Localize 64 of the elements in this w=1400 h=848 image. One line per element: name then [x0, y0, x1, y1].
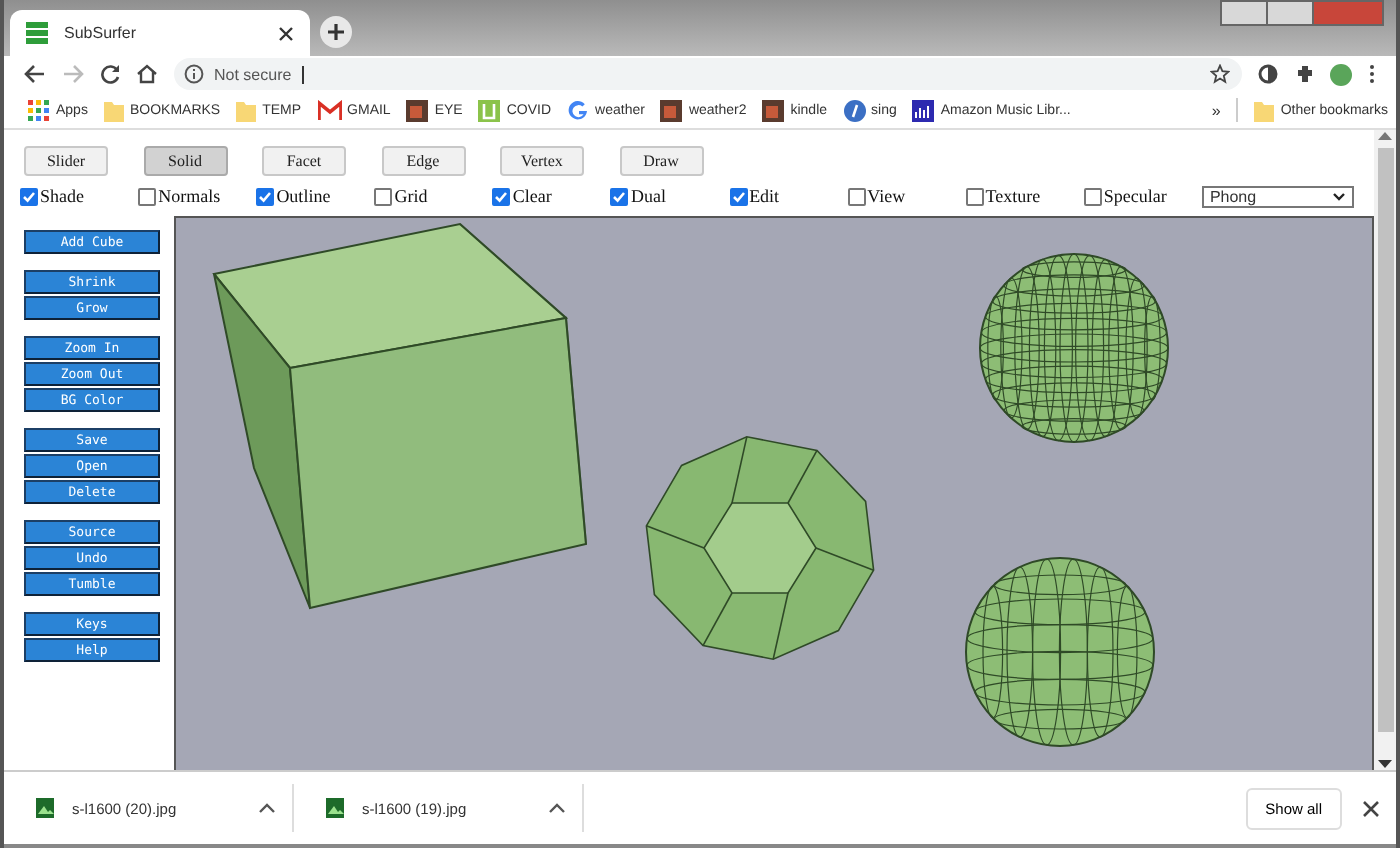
checkbox[interactable]	[492, 187, 511, 205]
reload-icon[interactable]	[100, 64, 120, 84]
checkbox[interactable]	[965, 187, 984, 205]
folder-icon	[1254, 99, 1275, 121]
extension-icon[interactable]	[1258, 64, 1278, 84]
address-bar[interactable]: Not secure	[174, 58, 1242, 90]
checkbox[interactable]	[374, 187, 393, 205]
mode-button[interactable]: Solid	[143, 146, 227, 176]
mode-button[interactable]: Facet	[262, 146, 346, 176]
option-checkbox[interactable]: Edit	[729, 186, 848, 206]
grid-icon	[28, 99, 50, 121]
shading-dropdown[interactable]: Phong	[1201, 185, 1354, 207]
option-checkbox[interactable]: Outline	[256, 186, 375, 206]
tab-title: SubSurfer	[64, 24, 139, 42]
sheet-icon	[26, 22, 48, 44]
image-icon	[762, 99, 785, 121]
scrollbar[interactable]	[1374, 130, 1396, 770]
star-icon[interactable]	[1210, 64, 1230, 84]
bookmarks-overflow[interactable]: »	[1211, 101, 1221, 119]
bar-chart-icon	[912, 99, 935, 121]
option-checkbox[interactable]: Texture	[965, 186, 1084, 206]
checkbox[interactable]	[1083, 187, 1102, 205]
checkbox[interactable]	[847, 187, 866, 205]
mode-button[interactable]: Slider	[24, 146, 108, 176]
image-file-icon	[36, 798, 54, 818]
window-controls[interactable]	[1222, 0, 1384, 26]
option-checkbox[interactable]: Grid	[374, 186, 493, 206]
image-icon	[660, 99, 683, 121]
option-checkbox[interactable]: Normals	[138, 186, 257, 206]
checkbox[interactable]	[256, 187, 275, 205]
image-file-icon	[326, 798, 344, 818]
back-icon[interactable]	[24, 64, 46, 84]
folder-icon	[103, 99, 124, 121]
option-checkbox[interactable]: Dual	[610, 186, 730, 206]
mode-button[interactable]: Draw	[619, 146, 703, 176]
close-icon[interactable]	[1362, 799, 1380, 817]
browser-tab[interactable]: SubSurfer	[10, 10, 310, 56]
folder-icon	[236, 99, 257, 121]
text-cursor	[301, 65, 304, 83]
option-checkbox[interactable]: View	[847, 186, 966, 206]
mode-button[interactable]: Vertex	[500, 146, 584, 176]
menu-icon[interactable]	[1368, 64, 1376, 84]
mode-button[interactable]: Edge	[381, 146, 465, 176]
chevron-up-icon[interactable]	[258, 802, 276, 814]
checkbox[interactable]	[729, 187, 748, 205]
new-tab-icon[interactable]	[320, 16, 352, 48]
profile-avatar[interactable]	[1330, 63, 1352, 85]
option-checkbox[interactable]: Shade	[20, 186, 139, 206]
close-icon[interactable]	[278, 25, 294, 41]
info-icon[interactable]	[184, 64, 204, 84]
google-icon	[567, 99, 590, 121]
mail-icon	[317, 99, 342, 121]
chevron-up-icon[interactable]	[548, 802, 566, 814]
checkbox[interactable]	[610, 187, 629, 205]
checkbox[interactable]	[138, 187, 157, 205]
tile-icon	[478, 99, 501, 121]
option-checkbox[interactable]: Clear	[492, 186, 611, 206]
round-icon	[843, 99, 866, 121]
option-checkbox[interactable]: Specular	[1083, 186, 1202, 206]
chevron-down-icon	[1331, 191, 1346, 201]
home-icon[interactable]	[136, 64, 158, 84]
image-icon	[406, 99, 429, 121]
address-text: Not secure	[214, 65, 292, 83]
checkbox[interactable]	[20, 187, 38, 205]
